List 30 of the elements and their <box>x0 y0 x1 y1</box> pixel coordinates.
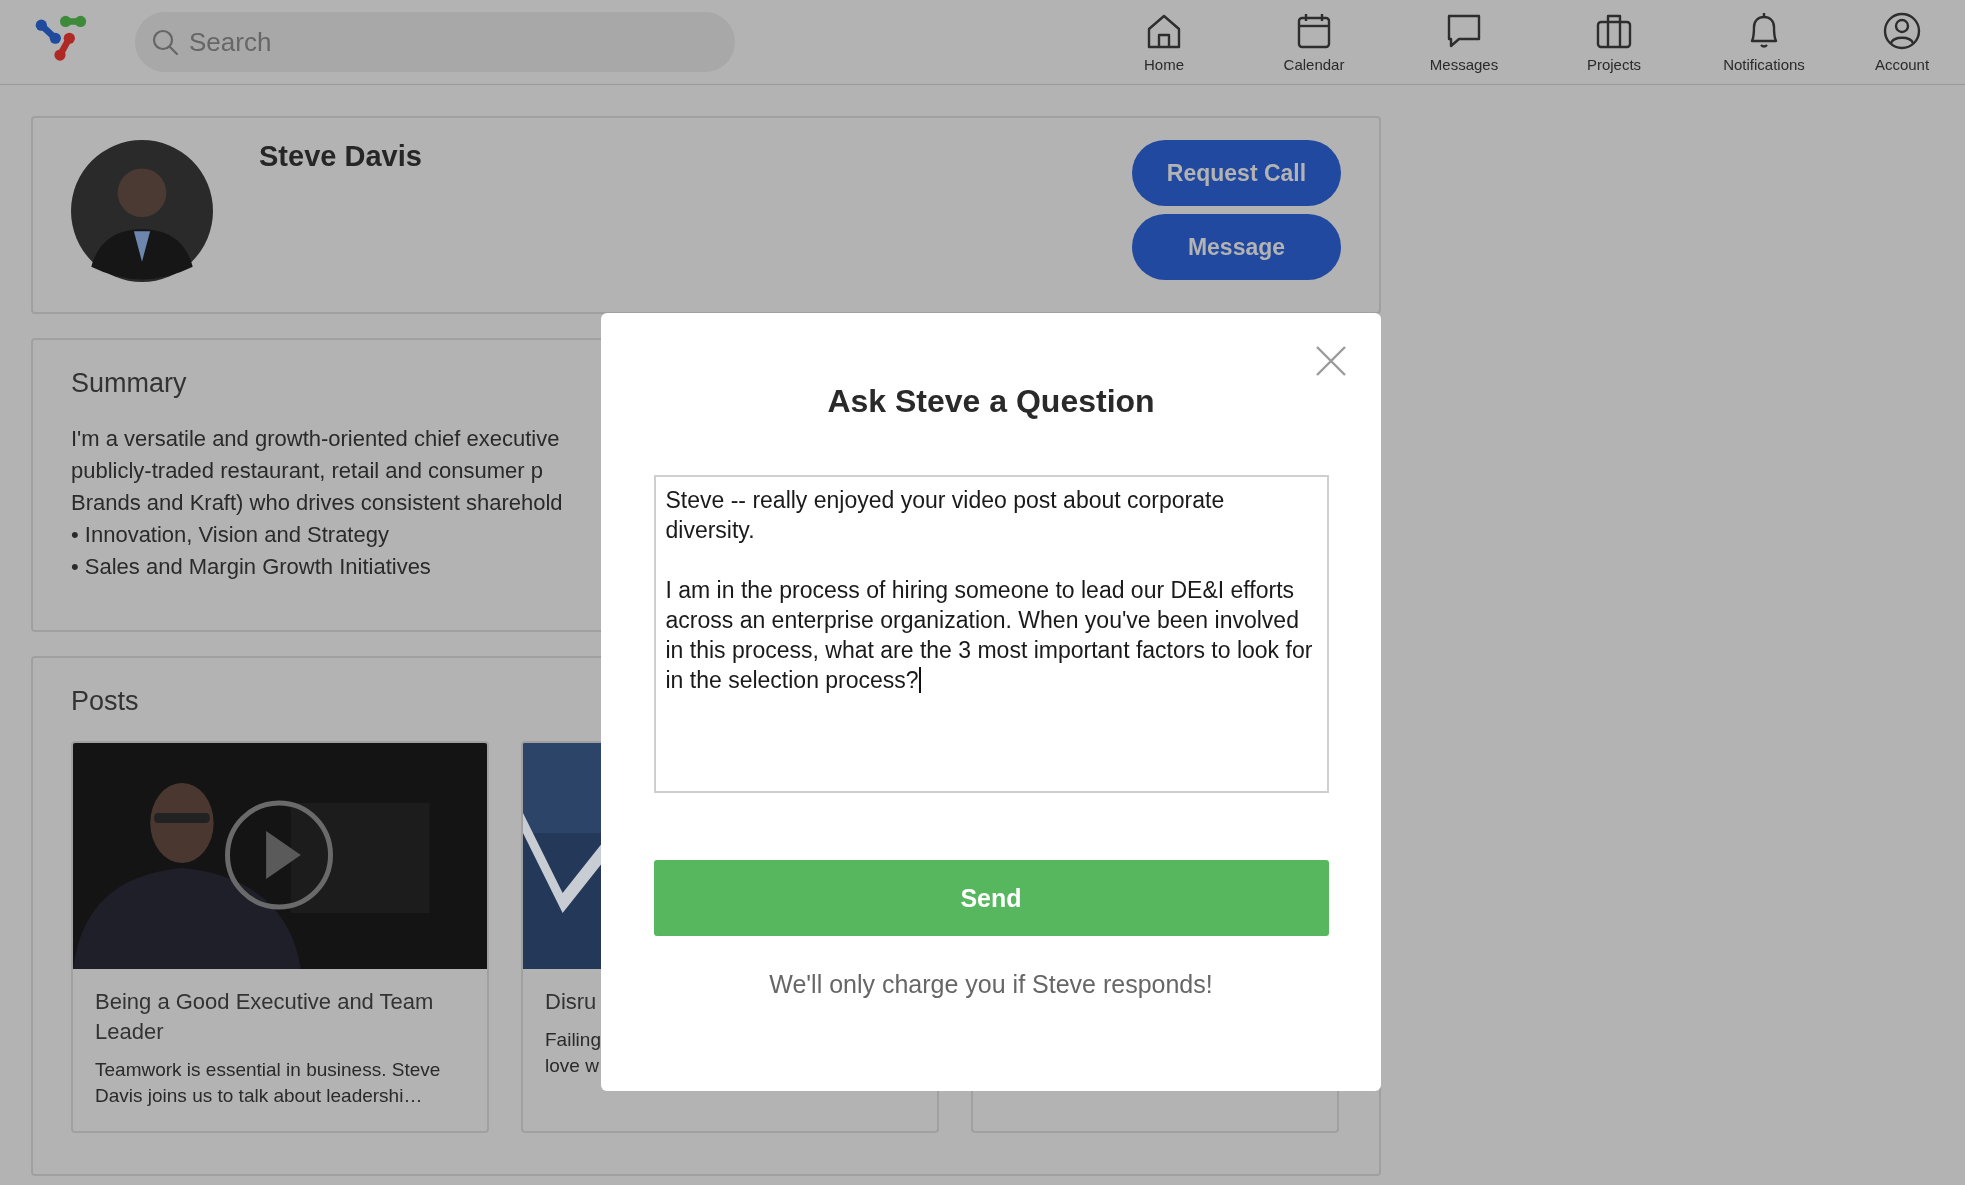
summary-text: publicly-traded restaurant, retail and consumer p <box>71 457 544 485</box>
close-icon[interactable] <box>1315 345 1347 377</box>
text-cursor <box>918 667 921 693</box>
nav-item[interactable]: Notifications <box>1689 11 1839 73</box>
post-title: Being a Good Executive and Team Leader <box>95 988 435 1046</box>
post-card[interactable]: Being a Good Executive and Team Leader Teamwork is essential in business. Steve Davis joins us to talk about leadershi… <box>71 741 489 1133</box>
nav-item[interactable]: Calendar <box>1239 11 1389 73</box>
nav-item[interactable]: Home <box>1089 11 1239 73</box>
nav-item[interactable]: Account <box>1839 11 1965 73</box>
profile-name: Steve Davis <box>259 140 422 174</box>
charge-note: We'll only charge you if Steve responds! <box>769 970 1213 999</box>
nav-item[interactable]: Projects <box>1539 11 1689 73</box>
section-title: Summary <box>71 368 188 399</box>
post-excerpt: Failing <box>545 1028 602 1052</box>
section-title: Posts <box>71 686 140 717</box>
request-call-button[interactable]: Request Call <box>1132 140 1341 206</box>
nav-item[interactable]: Messages <box>1389 11 1539 73</box>
summary-text: • Sales and Margin Growth Initiatives <box>71 553 431 581</box>
message-field[interactable]: Steve -- really enjoyed your video post about corporate diversity. I am in the process of hiring someone to lead our DE&I efforts across an enterprise organization. When you've been involved in this process, what are the 3 most important factors to look for in the selection process? <box>653 475 1329 793</box>
search-field[interactable]: Search <box>135 12 735 72</box>
dialog-title: Ask Steve a Question <box>827 383 1155 420</box>
search-icon <box>151 28 179 56</box>
user-icon <box>1882 11 1922 51</box>
post-title: Disru <box>545 988 598 1016</box>
message-button[interactable]: Message <box>1132 214 1341 280</box>
post-excerpt: Teamwork is essential in business. Steve Davis joins us to talk about leadershi… <box>95 1058 442 1108</box>
summary-text: I'm a versatile and growth-oriented chief executive <box>71 425 560 453</box>
summary-text: • Innovation, Vision and Strategy <box>71 521 389 549</box>
post-excerpt: love w <box>545 1054 600 1078</box>
summary-text: Brands and Kraft) who drives consistent sharehold <box>71 489 563 517</box>
